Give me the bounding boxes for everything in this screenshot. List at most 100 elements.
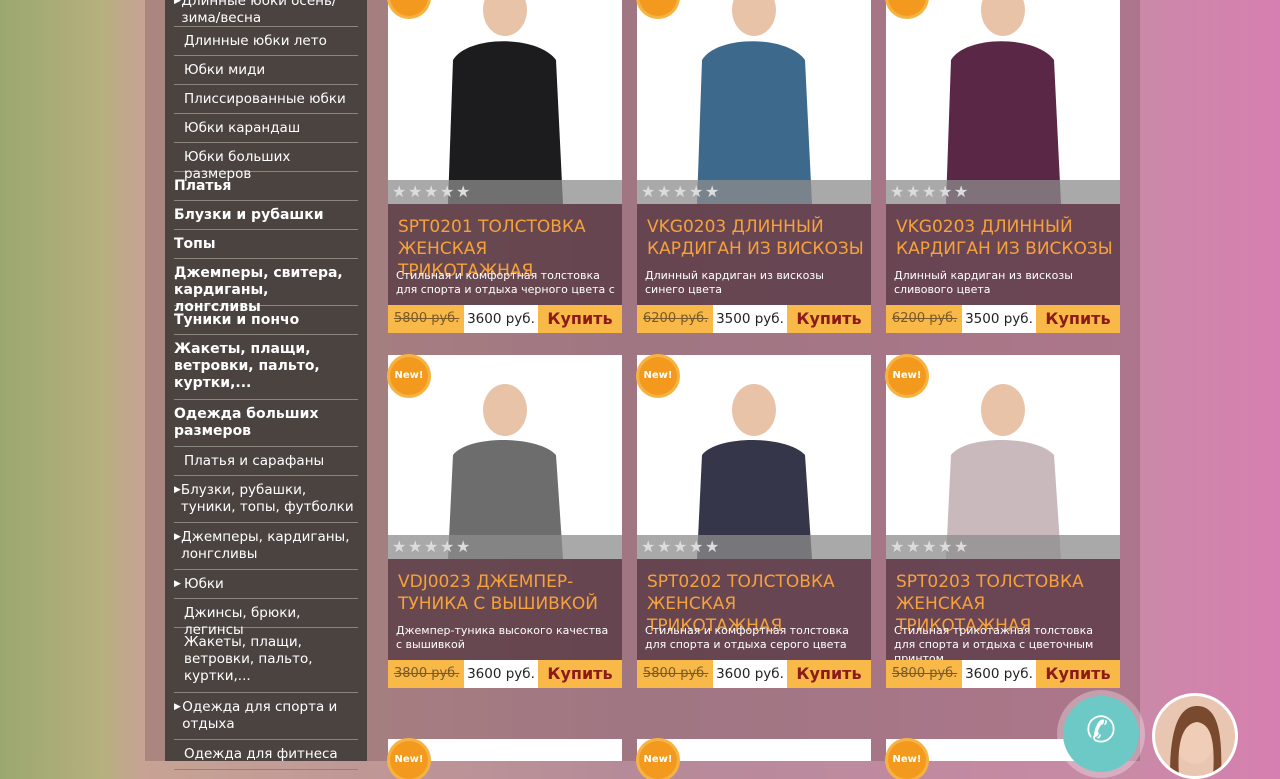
menu-item[interactable]: Джемперы, свитера, кардиганы, лонгсливы: [174, 259, 358, 315]
product-card[interactable]: ★ ★ ★ ★ ★ SPT0201 Толстовка женская трикотаж…: [388, 0, 622, 334]
product-card[interactable]: ★ ★ ★ ★ ★ VKG0203 Длинный кардиган из вискоз…: [637, 0, 871, 334]
menu-item[interactable]: Блузки и рубашки: [174, 201, 358, 230]
product-info: SPT0202 Толстовка женская трикотажная Ст…: [637, 559, 871, 660]
menu-item-label: Жакеты, плащи, ветровки, пальто, куртки,…: [184, 634, 313, 684]
expand-arrow-icon: ▶: [174, 702, 181, 712]
rating-star-icon[interactable]: ★: [890, 539, 906, 555]
rating-star-icon[interactable]: ★: [392, 539, 408, 555]
menu-item[interactable]: Жакеты, плащи, ветровки, пальто, куртки,…: [174, 628, 358, 693]
menu-item[interactable]: ▶ Юбки: [174, 570, 358, 599]
consultant-avatar[interactable]: [1152, 693, 1238, 779]
buy-button[interactable]: Купить: [538, 660, 622, 688]
buy-button[interactable]: Купить: [538, 305, 622, 333]
menu-item-label: Джемперы, кардиганы, лонгсливы: [181, 529, 350, 562]
rating-star-icon[interactable]: ★: [954, 539, 970, 555]
rating-star-icon[interactable]: ★: [641, 539, 657, 555]
menu-item[interactable]: Юбки больших размеров: [174, 143, 358, 182]
rating-star-icon[interactable]: ★: [408, 539, 424, 555]
rating-bar: ★ ★ ★ ★ ★: [388, 180, 622, 204]
product-info: VKG0203 Длинный кардиган из вискозы Длин…: [886, 204, 1120, 305]
rating-star-icon[interactable]: ★: [689, 184, 705, 200]
product-info: SPT0203 Толстовка женская трикотажная Ст…: [886, 559, 1120, 665]
menu-item[interactable]: Юбки карандаш: [174, 114, 358, 143]
rating-star-icon[interactable]: ★: [906, 539, 922, 555]
rating-star-icon[interactable]: ★: [440, 539, 456, 555]
consultant-photo: [1170, 706, 1222, 776]
menu-item-label: Джемперы, свитера, кардиганы, лонгсливы: [174, 265, 343, 315]
menu-item-label: Одежда больших размеров: [174, 406, 319, 439]
menu-item[interactable]: ▶ Одежда для спорта и отдыха: [174, 693, 358, 740]
rating-star-icon[interactable]: ★: [922, 184, 938, 200]
category-sidebar: ▶ Длинные юбки осень/ зима/весна Длинные ю…: [165, 0, 367, 770]
price-bar: 6200 руб. 3500 руб. Купить: [637, 305, 871, 333]
price-bar: 6200 руб. 3500 руб. Купить: [886, 305, 1120, 333]
product-card[interactable]: New!: [637, 739, 871, 779]
buy-button[interactable]: Купить: [787, 660, 871, 688]
rating-star-icon[interactable]: ★: [705, 539, 721, 555]
product-image[interactable]: [388, 0, 622, 204]
product-card[interactable]: ★ ★ ★ ★ ★ VKG0203 Длинный кардиган из вискоз…: [886, 0, 1120, 334]
old-price: 5800 руб.: [394, 311, 460, 326]
current-price: 3600 руб.: [464, 305, 538, 333]
product-card[interactable]: ★ ★ ★ ★ ★ SPT0203 Толстовка женская трикотаж…: [886, 355, 1120, 689]
product-title[interactable]: VKG0203 Длинный кардиган из вискозы: [647, 216, 867, 260]
rating-bar: ★ ★ ★ ★ ★: [388, 535, 622, 559]
expand-arrow-icon: ▶: [174, 485, 181, 495]
current-price: 3600 руб.: [713, 660, 787, 688]
product-title[interactable]: VDJ0023 Джемпер-туника с вышивкой: [398, 571, 618, 615]
menu-item[interactable]: Одежда для фитнеса: [174, 740, 358, 770]
rating-star-icon[interactable]: ★: [673, 184, 689, 200]
menu-item[interactable]: ▶ Длинные юбки осень/ зима/весна: [174, 0, 358, 27]
product-image[interactable]: [637, 0, 871, 204]
rating-bar: ★ ★ ★ ★ ★: [637, 180, 871, 204]
rating-star-icon[interactable]: ★: [938, 184, 954, 200]
rating-star-icon[interactable]: ★: [922, 539, 938, 555]
rating-star-icon[interactable]: ★: [938, 539, 954, 555]
product-card[interactable]: New!: [388, 739, 622, 779]
menu-item[interactable]: Плиссированные юбки: [174, 85, 358, 114]
new-badge: New!: [639, 741, 677, 779]
menu-item[interactable]: Жакеты, плащи, ветровки, пальто, куртки,…: [174, 335, 358, 400]
rating-star-icon[interactable]: ★: [906, 184, 922, 200]
rating-star-icon[interactable]: ★: [689, 539, 705, 555]
rating-star-icon[interactable]: ★: [440, 184, 456, 200]
rating-star-icon[interactable]: ★: [954, 184, 970, 200]
current-price: 3500 руб.: [713, 305, 787, 333]
product-card[interactable]: ★ ★ ★ ★ ★ VDJ0023 Джемпер-туника с вышивкой …: [388, 355, 622, 689]
menu-item-label: Блузки и рубашки: [174, 207, 324, 223]
rating-star-icon[interactable]: ★: [424, 184, 440, 200]
rating-star-icon[interactable]: ★: [424, 539, 440, 555]
rating-star-icon[interactable]: ★: [890, 184, 906, 200]
menu-item-label: Юбки: [184, 576, 224, 592]
product-photo: [697, 0, 812, 204]
buy-button[interactable]: Купить: [1036, 660, 1120, 688]
rating-star-icon[interactable]: ★: [673, 539, 689, 555]
product-title[interactable]: VKG0203 Длинный кардиган из вискозы: [896, 216, 1116, 260]
rating-star-icon[interactable]: ★: [657, 184, 673, 200]
menu-item[interactable]: Длинные юбки лето: [174, 27, 358, 56]
rating-bar: ★ ★ ★ ★ ★: [886, 535, 1120, 559]
menu-item[interactable]: Топы: [174, 230, 358, 259]
buy-button[interactable]: Купить: [787, 305, 871, 333]
rating-star-icon[interactable]: ★: [392, 184, 408, 200]
menu-item[interactable]: Юбки миди: [174, 56, 358, 85]
menu-item[interactable]: Платья и сарафаны: [174, 447, 358, 476]
product-image[interactable]: [886, 0, 1120, 204]
menu-item-label: Туники и пончо: [174, 312, 300, 328]
menu-item-label: Длинные юбки лето: [184, 33, 327, 49]
product-description: Длинный кардиган из вискозы сливового цв…: [894, 269, 1073, 296]
new-badge: New!: [639, 357, 677, 395]
rating-star-icon[interactable]: ★: [641, 184, 657, 200]
menu-item[interactable]: Одежда больших размеров: [174, 400, 358, 447]
buy-button[interactable]: Купить: [1036, 305, 1120, 333]
rating-star-icon[interactable]: ★: [408, 184, 424, 200]
rating-star-icon[interactable]: ★: [657, 539, 673, 555]
menu-item[interactable]: Джинсы, брюки, легинсы: [174, 599, 358, 638]
rating-star-icon[interactable]: ★: [456, 539, 472, 555]
product-card[interactable]: ★ ★ ★ ★ ★ SPT0202 Толстовка женская трикотаж…: [637, 355, 871, 689]
rating-star-icon[interactable]: ★: [456, 184, 472, 200]
menu-item[interactable]: ▶ Джемперы, кардиганы, лонгсливы: [174, 523, 358, 570]
rating-star-icon[interactable]: ★: [705, 184, 721, 200]
price-bar: 5800 руб. 3600 руб. Купить: [388, 305, 622, 333]
menu-item[interactable]: ▶ Блузки, рубашки, туники, топы, футболки: [174, 476, 358, 523]
